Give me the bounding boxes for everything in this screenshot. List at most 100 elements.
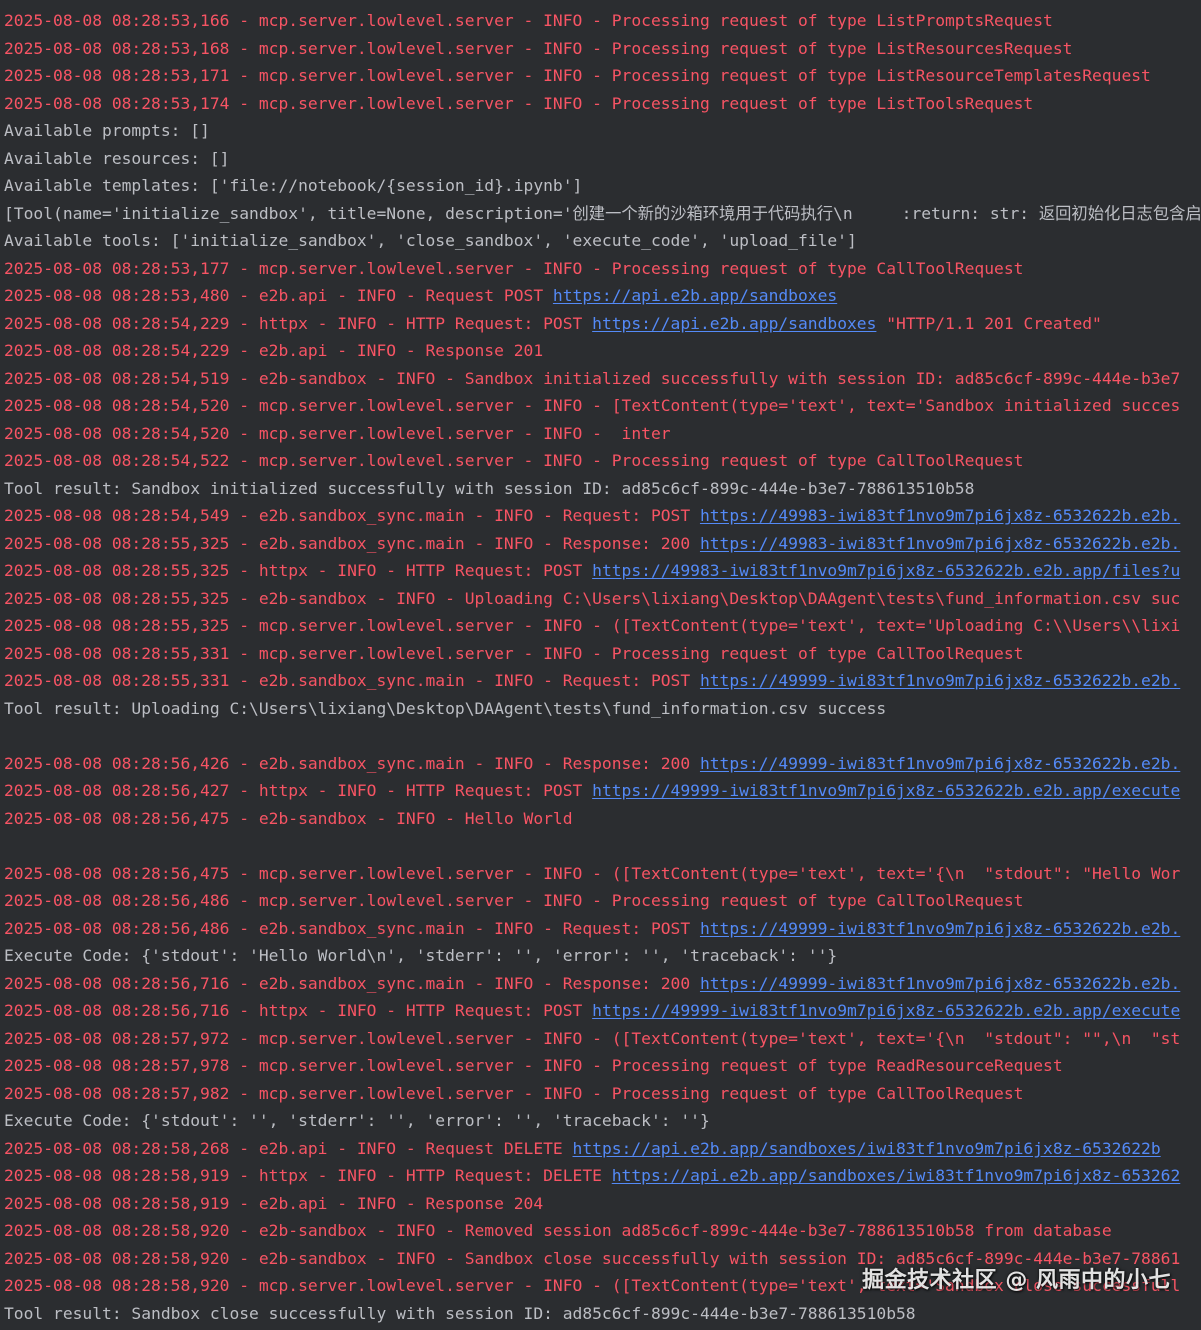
console-line: 2025-08-08 08:28:53,480 - e2b.api - INFO…	[0, 282, 1201, 310]
console-line-text: 2025-08-08 08:28:57,982 - mcp.server.low…	[4, 1083, 1024, 1103]
console-line: Available prompts: []	[0, 117, 1201, 145]
console-line: [Tool(name='initialize_sandbox', title=N…	[0, 200, 1201, 228]
console-line-text: Available templates: ['file://notebook/{…	[4, 176, 583, 195]
console-line: Tool result: Sandbox initialized success…	[0, 475, 1201, 503]
url-link[interactable]: https://49999-iwi83tf1nvo9m7pi6jx8z-6532…	[700, 754, 1180, 773]
console-line-suffix: "HTTP/1.1 201 Created"	[876, 313, 1102, 333]
console-line: Available tools: ['initialize_sandbox', …	[0, 227, 1201, 255]
console-line-text: 2025-08-08 08:28:56,475 - e2b-sandbox - …	[4, 808, 573, 828]
console-line-text: 2025-08-08 08:28:58,920 - e2b-sandbox - …	[4, 1221, 1112, 1240]
console-line: 2025-08-08 08:28:55,325 - e2b.sandbox_sy…	[0, 530, 1201, 558]
console-line-text: 2025-08-08 08:28:54,522 - mcp.server.low…	[4, 451, 1024, 470]
console-line-text: Available resources: []	[4, 148, 230, 168]
url-link[interactable]: https://api.e2b.app/sandboxes	[553, 286, 837, 305]
console-line: 2025-08-08 08:28:56,716 - httpx - INFO -…	[0, 997, 1201, 1025]
console-line-text: 2025-08-08 08:28:55,331 - mcp.server.low…	[4, 643, 1024, 663]
console-line-text: 2025-08-08 08:28:54,520 - mcp.server.low…	[4, 396, 1181, 415]
console-line-text: 2025-08-08 08:28:55,325 - e2b-sandbox - …	[4, 588, 1181, 608]
console-line-text: 2025-08-08 08:28:55,325 - httpx - INFO -…	[4, 561, 593, 580]
console-line-text: 2025-08-08 08:28:56,486 - mcp.server.low…	[4, 891, 1024, 910]
console-line: 2025-08-08 08:28:54,520 - mcp.server.low…	[0, 392, 1201, 420]
console-line: 2025-08-08 08:28:56,427 - httpx - INFO -…	[0, 777, 1201, 805]
console-line: 2025-08-08 08:28:53,168 - mcp.server.low…	[0, 35, 1201, 63]
watermark: 掘金技术社区 @ 风雨中的小七	[862, 1268, 1171, 1293]
console-line-text: 2025-08-08 08:28:53,166 - mcp.server.low…	[4, 11, 1053, 30]
console-line: 2025-08-08 08:28:53,177 - mcp.server.low…	[0, 255, 1201, 283]
console-line: 2025-08-08 08:28:53,171 - mcp.server.low…	[0, 62, 1201, 90]
console-line: 2025-08-08 08:28:57,978 - mcp.server.low…	[0, 1052, 1201, 1080]
console-line: 2025-08-08 08:28:54,522 - mcp.server.low…	[0, 447, 1201, 475]
console-line-text: 2025-08-08 08:28:54,520 - mcp.server.low…	[4, 423, 671, 443]
console-line: 2025-08-08 08:28:54,229 - e2b.api - INFO…	[0, 337, 1201, 365]
console-line: Tool result: Uploading C:\Users\lixiang\…	[0, 695, 1201, 723]
console-line-text: 2025-08-08 08:28:58,919 - e2b.api - INFO…	[4, 1193, 544, 1213]
console-line-text: 2025-08-08 08:28:55,325 - e2b.sandbox_sy…	[4, 533, 700, 553]
console-line-text: 2025-08-08 08:28:54,549 - e2b.sandbox_sy…	[4, 506, 700, 525]
console-line: 2025-08-08 08:28:53,174 - mcp.server.low…	[0, 90, 1201, 118]
console-line-text: 2025-08-08 08:28:55,331 - e2b.sandbox_sy…	[4, 671, 700, 690]
console-line: 2025-08-08 08:28:54,520 - mcp.server.low…	[0, 420, 1201, 448]
url-link[interactable]: https://49999-iwi83tf1nvo9m7pi6jx8z-6532…	[700, 974, 1180, 993]
console-line-text: 2025-08-08 08:28:56,716 - e2b.sandbox_sy…	[4, 973, 700, 993]
console-line: Execute Code: {'stdout': 'Hello World\n'…	[0, 942, 1201, 970]
console-line-text: 2025-08-08 08:28:58,919 - httpx - INFO -…	[4, 1166, 612, 1185]
url-link[interactable]: https://49999-iwi83tf1nvo9m7pi6jx8z-6532…	[592, 781, 1180, 800]
console-line-text: 2025-08-08 08:28:53,174 - mcp.server.low…	[4, 93, 1034, 113]
url-link[interactable]: https://49999-iwi83tf1nvo9m7pi6jx8z-6532…	[700, 671, 1180, 690]
console-line-text: 2025-08-08 08:28:55,325 - mcp.server.low…	[4, 616, 1181, 635]
console-line-text: 2025-08-08 08:28:53,177 - mcp.server.low…	[4, 258, 1024, 278]
url-link[interactable]: https://api.e2b.app/sandboxes	[592, 314, 876, 333]
console-line: 2025-08-08 08:28:56,475 - mcp.server.low…	[0, 860, 1201, 888]
console-line: 2025-08-08 08:28:58,919 - httpx - INFO -…	[0, 1162, 1201, 1190]
console-line: 2025-08-08 08:28:56,716 - e2b.sandbox_sy…	[0, 970, 1201, 998]
console-line: 2025-08-08 08:28:53,166 - mcp.server.low…	[0, 7, 1201, 35]
console-line-text: Tool result: Uploading C:\Users\lixiang\…	[4, 698, 887, 718]
console-line: 2025-08-08 08:28:55,325 - e2b-sandbox - …	[0, 585, 1201, 613]
console-line-text: 2025-08-08 08:28:54,229 - e2b.api - INFO…	[4, 341, 544, 360]
console-line: 2025-08-08 08:28:57,982 - mcp.server.low…	[0, 1080, 1201, 1108]
console-line: 2025-08-08 08:28:58,920 - e2b-sandbox - …	[0, 1217, 1201, 1245]
console-line: 2025-08-08 08:28:55,325 - httpx - INFO -…	[0, 557, 1201, 585]
url-link[interactable]: https://49999-iwi83tf1nvo9m7pi6jx8z-6532…	[592, 1001, 1180, 1020]
console-line-text: 2025-08-08 08:28:54,229 - httpx - INFO -…	[4, 313, 593, 333]
console-output[interactable]: 2025-08-08 08:28:53,166 - mcp.server.low…	[0, 0, 1201, 1330]
console-line-text: 2025-08-08 08:28:57,978 - mcp.server.low…	[4, 1056, 1063, 1075]
url-link[interactable]: https://api.e2b.app/sandboxes/iwi83tf1nv…	[573, 1139, 1161, 1158]
console-line-text: [Tool(name='initialize_sandbox', title=N…	[4, 203, 1201, 223]
console-line: 2025-08-08 08:28:54,519 - e2b-sandbox - …	[0, 365, 1201, 393]
url-link[interactable]: https://49983-iwi83tf1nvo9m7pi6jx8z-6532…	[592, 561, 1180, 580]
console-line-text: Execute Code: {'stdout': '', 'stderr': '…	[4, 1111, 710, 1130]
console-line-text: 2025-08-08 08:28:58,268 - e2b.api - INFO…	[4, 1138, 573, 1158]
console-line-text: 2025-08-08 08:28:53,171 - mcp.server.low…	[4, 66, 1151, 85]
url-link[interactable]: https://api.e2b.app/sandboxes/iwi83tf1nv…	[612, 1166, 1181, 1185]
console-line-text: 2025-08-08 08:28:56,427 - httpx - INFO -…	[4, 781, 593, 800]
url-link[interactable]: https://49983-iwi83tf1nvo9m7pi6jx8z-6532…	[700, 506, 1180, 525]
console-line-text: Tool result: Sandbox initialized success…	[4, 478, 975, 498]
console-line: Execute Code: {'stdout': '', 'stderr': '…	[0, 1107, 1201, 1135]
console-line: 2025-08-08 08:28:57,972 - mcp.server.low…	[0, 1025, 1201, 1053]
console-line: 2025-08-08 08:28:56,486 - mcp.server.low…	[0, 887, 1201, 915]
console-line-text: 2025-08-08 08:28:53,168 - mcp.server.low…	[4, 38, 1073, 58]
console-line: 2025-08-08 08:28:55,325 - mcp.server.low…	[0, 612, 1201, 640]
console-line-text: 2025-08-08 08:28:56,426 - e2b.sandbox_sy…	[4, 753, 700, 773]
console-line: 2025-08-08 08:28:55,331 - e2b.sandbox_sy…	[0, 667, 1201, 695]
console-line-text: Execute Code: {'stdout': 'Hello World\n'…	[4, 946, 838, 965]
console-line-text: 2025-08-08 08:28:56,716 - httpx - INFO -…	[4, 1001, 593, 1020]
url-link[interactable]: https://49983-iwi83tf1nvo9m7pi6jx8z-6532…	[700, 534, 1180, 553]
console-line-text: Tool result: Sandbox close successfully …	[4, 1303, 916, 1323]
console-line-text: 2025-08-08 08:28:57,972 - mcp.server.low…	[4, 1028, 1181, 1048]
console-line: Available resources: []	[0, 145, 1201, 173]
console-line: 2025-08-08 08:28:56,486 - e2b.sandbox_sy…	[0, 915, 1201, 943]
console-line: 2025-08-08 08:28:58,919 - e2b.api - INFO…	[0, 1190, 1201, 1218]
console-line-text: 2025-08-08 08:28:54,519 - e2b-sandbox - …	[4, 368, 1181, 388]
url-link[interactable]: https://49999-iwi83tf1nvo9m7pi6jx8z-6532…	[700, 919, 1180, 938]
console-line-text: Available tools: ['initialize_sandbox', …	[4, 231, 857, 250]
console-line: 2025-08-08 08:28:58,268 - e2b.api - INFO…	[0, 1135, 1201, 1163]
console-line: 2025-08-08 08:28:56,475 - e2b-sandbox - …	[0, 805, 1201, 833]
console-line: Tool result: Sandbox close successfully …	[0, 1300, 1201, 1328]
console-line: 2025-08-08 08:28:56,426 - e2b.sandbox_sy…	[0, 750, 1201, 778]
console-line: 2025-08-08 08:28:54,549 - e2b.sandbox_sy…	[0, 502, 1201, 530]
console-line: 2025-08-08 08:28:55,331 - mcp.server.low…	[0, 640, 1201, 668]
